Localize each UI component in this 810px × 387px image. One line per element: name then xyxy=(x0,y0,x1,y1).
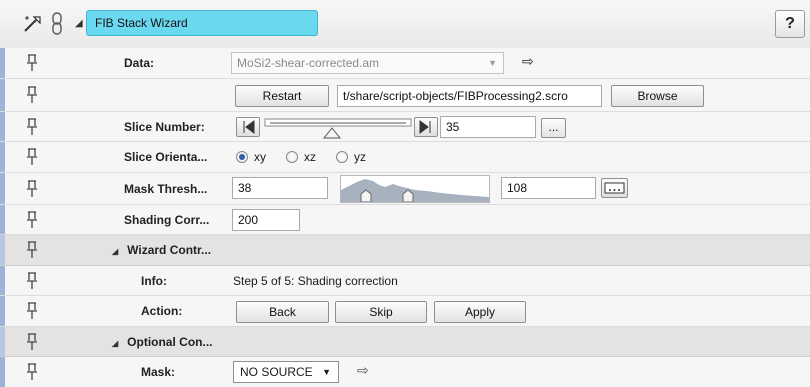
step-right-icon xyxy=(419,120,431,134)
slice-number-field[interactable]: 35 xyxy=(440,116,536,138)
pin-icon[interactable] xyxy=(26,332,38,351)
port-row-mask-threshold: Mask Thresh... 38 108 xyxy=(0,173,810,205)
wizard-group-label: ◢ Wizard Contr... xyxy=(112,243,211,257)
data-label: Data: xyxy=(124,56,155,70)
row-marker xyxy=(0,205,5,234)
row-marker xyxy=(0,327,5,356)
chain-link-icon[interactable] xyxy=(50,12,64,36)
pin-icon[interactable] xyxy=(26,363,38,381)
row-marker xyxy=(0,235,5,265)
threshold-min-field[interactable]: 38 xyxy=(232,177,328,199)
pin-icon[interactable] xyxy=(26,117,38,136)
step-left-icon xyxy=(243,120,255,134)
collapse-triangle-icon[interactable]: ◢ xyxy=(112,247,118,256)
wizard-group-title: Wizard Contr... xyxy=(127,243,212,257)
row-marker xyxy=(0,48,5,78)
port-row-info: Info: Step 5 of 5: Shading correction xyxy=(0,266,810,296)
connect-arrow-icon[interactable]: ⇨ xyxy=(522,53,534,70)
port-row-script: Restart t/share/script-objects/FIBProces… xyxy=(0,79,810,112)
row-marker xyxy=(0,357,5,387)
radio-xy-label: xy xyxy=(254,150,266,164)
radio-xz-label: xz xyxy=(304,150,316,164)
script-path-field[interactable]: t/share/script-objects/FIBProcessing2.sc… xyxy=(337,85,602,107)
pin-icon[interactable] xyxy=(26,302,38,320)
port-row-data: Data: MoSi2-shear-corrected.am ▼ ⇨ xyxy=(0,48,810,79)
slider-track xyxy=(264,118,412,139)
mask-label: Mask: xyxy=(141,365,176,379)
info-label: Info: xyxy=(141,273,167,288)
connect-arrow-icon[interactable]: ⇨ xyxy=(357,362,369,379)
skip-button[interactable]: Skip xyxy=(335,301,427,323)
data-source-combo[interactable]: MoSi2-shear-corrected.am ▼ xyxy=(231,52,504,74)
module-header: ◢ FIB Stack Wizard ? xyxy=(0,0,810,49)
help-button[interactable]: ? xyxy=(775,10,805,38)
port-row-mask: Mask: NO SOURCE ▼ ⇨ xyxy=(0,357,810,387)
mask-source-select[interactable]: NO SOURCE ▼ xyxy=(233,361,339,383)
row-marker xyxy=(0,296,5,326)
port-row-slice-orientation: Slice Orienta... xy xz yz xyxy=(0,142,810,173)
threshold-options-button[interactable] xyxy=(601,178,628,198)
data-source-value: MoSi2-shear-corrected.am xyxy=(237,56,380,70)
chevron-down-icon: ▼ xyxy=(322,367,331,377)
row-marker xyxy=(0,266,5,295)
radio-xz[interactable] xyxy=(286,151,298,163)
shading-field[interactable]: 200 xyxy=(232,209,300,231)
row-marker xyxy=(0,112,5,141)
ellipsis-icon xyxy=(604,182,625,194)
slice-more-button[interactable]: ... xyxy=(541,118,566,138)
info-value: Step 5 of 5: Shading correction xyxy=(233,273,398,288)
slice-next-button[interactable] xyxy=(414,117,438,137)
radio-xy[interactable] xyxy=(236,151,248,163)
slice-prev-button[interactable] xyxy=(236,117,260,137)
row-marker xyxy=(0,173,5,204)
port-row-action: Action: Back Skip Apply xyxy=(0,296,810,327)
row-marker xyxy=(0,142,5,172)
pin-icon[interactable] xyxy=(26,54,38,72)
apply-button[interactable]: Apply xyxy=(434,301,526,323)
threshold-max-field[interactable]: 108 xyxy=(501,177,596,199)
pin-icon[interactable] xyxy=(26,86,38,104)
slice-orientation-label: Slice Orienta... xyxy=(124,150,208,164)
action-label: Action: xyxy=(141,304,183,318)
port-row-shading: Shading Corr... 200 xyxy=(0,205,810,235)
mask-threshold-label: Mask Thresh... xyxy=(124,181,208,196)
pin-icon[interactable] xyxy=(26,241,38,259)
fib-stack-wizard-panel: ◢ FIB Stack Wizard ? Data: MoSi2-shear-c… xyxy=(0,0,810,387)
restart-button[interactable]: Restart xyxy=(235,85,329,107)
optional-group-title: Optional Con... xyxy=(127,334,213,349)
collapse-triangle-icon[interactable]: ◢ xyxy=(75,18,83,29)
group-optional-connections[interactable]: ◢ Optional Con... xyxy=(0,327,810,357)
optional-group-label: ◢ Optional Con... xyxy=(112,335,212,349)
shading-label: Shading Corr... xyxy=(124,212,210,227)
slice-slider[interactable] xyxy=(264,117,412,139)
wand-icon[interactable] xyxy=(22,14,42,34)
threshold-histogram-slider[interactable] xyxy=(340,175,490,203)
row-marker xyxy=(0,79,5,111)
back-button[interactable]: Back xyxy=(236,301,329,323)
pin-icon[interactable] xyxy=(26,148,38,166)
port-row-slice-number: Slice Number: 35 ... xyxy=(0,112,810,142)
group-wizard-control[interactable]: ◢ Wizard Contr... xyxy=(0,235,810,266)
radio-yz[interactable] xyxy=(336,151,348,163)
module-title[interactable]: FIB Stack Wizard xyxy=(86,10,318,36)
pin-icon[interactable] xyxy=(26,271,38,290)
mask-source-value: NO SOURCE xyxy=(240,365,313,379)
pin-icon[interactable] xyxy=(26,179,38,198)
collapse-triangle-icon[interactable]: ◢ xyxy=(112,339,118,348)
slice-number-label: Slice Number: xyxy=(124,119,205,134)
radio-yz-label: yz xyxy=(354,150,366,164)
browse-button[interactable]: Browse xyxy=(611,85,704,107)
chevron-down-icon: ▼ xyxy=(488,58,497,68)
histogram xyxy=(341,179,489,203)
pin-icon[interactable] xyxy=(26,210,38,229)
